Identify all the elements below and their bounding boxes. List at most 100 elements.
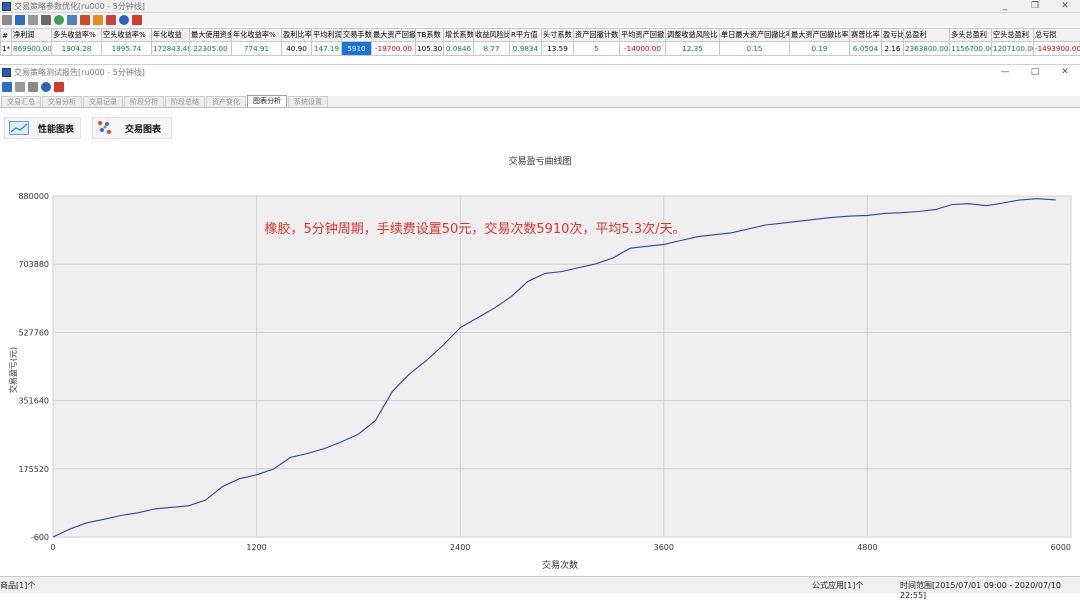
report-minimize-button[interactable]: — [990,66,1020,79]
tab-period-analysis[interactable]: 阶段分析 [124,96,164,107]
grid-cell[interactable]: 147.19 [312,42,342,56]
chart-icon[interactable] [80,15,90,25]
x-tick-label: 6000 [1051,543,1071,552]
exit-icon[interactable] [132,15,142,25]
grid-header[interactable]: 最大资产回撤比率% [790,29,850,42]
grid-header[interactable]: TB系数 [416,29,444,42]
main-toolbar [0,13,1080,27]
grid-cell[interactable]: -14000.00 [620,42,666,56]
x-tick-label: 0 [50,543,55,552]
report-icon[interactable] [106,15,116,25]
perf-chart-label: 性能图表 [38,122,74,135]
grid-header[interactable]: 最大资产回撤 [372,29,416,42]
grid-cell[interactable]: 1904.28 [52,42,102,56]
grid-cell[interactable]: -1493900.00 [1034,42,1080,56]
grid-header[interactable]: 盈亏比 [882,29,904,42]
grid-cell[interactable]: 172843.49 [152,42,190,56]
grid-header[interactable]: 年化收益率% [232,29,282,42]
minimize-button[interactable]: _ [990,0,1020,13]
grid-header[interactable]: # [1,29,12,42]
grid-header[interactable]: 盈利比率 [282,29,312,42]
report-maximize-button[interactable]: □ [1020,66,1050,79]
bar-chart-icon[interactable] [93,15,103,25]
grid-header[interactable]: 空头收益率% [102,29,152,42]
grid-cell[interactable]: 8.77 [474,42,510,56]
x-tick-label: 4800 [857,543,877,552]
grid-cell[interactable]: 0.0846 [444,42,474,56]
grid-cell[interactable]: -19700.00 [372,42,416,56]
tab-trade-analysis[interactable]: 交易分析 [42,96,82,107]
close-button[interactable]: ✕ [1050,0,1080,13]
table-row[interactable]: 1* 869900.00 1904.28 1995.74 172843.49 2… [1,42,1080,56]
tab-period-summary[interactable]: 阶段总结 [165,96,205,107]
tab-system-settings[interactable]: 系统设置 [288,96,328,107]
app-icon [2,2,11,11]
tab-trade-summary[interactable]: 交易汇总 [1,96,41,107]
grid-cell[interactable]: 40.90 [282,42,312,56]
grid-header[interactable]: 总亏损 [1034,29,1080,42]
y-tick-label: -600 [31,533,49,542]
grid-header[interactable]: 多头收益率% [52,29,102,42]
tab-asset-change[interactable]: 资产变化 [206,96,246,107]
grid-header[interactable]: 年化收益 [152,29,190,42]
help-icon[interactable] [119,15,129,25]
grid-cell[interactable]: 2.16 [882,42,904,56]
grid-cell[interactable]: 774.91 [232,42,282,56]
grid-header[interactable]: 平均资产回撤 [620,29,666,42]
grid-header[interactable]: 资产回撤计数 [574,29,620,42]
grid-cell[interactable]: 0.15 [720,42,790,56]
save-icon[interactable] [2,82,12,92]
help-icon[interactable] [41,82,51,92]
grid-header[interactable]: 单日最大资产回撤比率% [720,29,790,42]
grid-cell[interactable]: 0.9834 [510,42,542,56]
grid-cell[interactable]: 5 [574,42,620,56]
chart-annotation: 橡胶，5分钟周期，手续费设置50元，交易次数5910次，平均5.3次/天。 [265,221,686,237]
grid-cell[interactable]: 2363800.00 [904,42,950,56]
grid-cell[interactable]: 12.35 [666,42,720,56]
grid-header[interactable]: 空头总盈利 [992,29,1034,42]
exit-icon[interactable] [54,82,64,92]
grid-header[interactable]: 最大使用资金 [190,29,232,42]
grid-cell[interactable]: 1* [1,42,12,56]
grid-header[interactable]: 净利润 [12,29,52,42]
grid-cell[interactable]: 0.19 [790,42,850,56]
perf-chart-button[interactable]: 性能图表 [4,117,81,139]
trade-chart-button[interactable]: 交易图表 [92,117,172,139]
table-icon[interactable] [67,15,77,25]
tab-chart-analysis[interactable]: 图表分析 [247,95,287,107]
tab-trade-records[interactable]: 交易记录 [83,96,123,107]
grid-header[interactable]: 总盈利 [904,29,950,42]
grid-header[interactable]: R平方值 [510,29,542,42]
x-tick-label: 3600 [654,543,674,552]
grid-cell-selected[interactable]: 5910 [342,42,372,56]
print-icon[interactable] [28,82,38,92]
print-icon[interactable] [28,15,38,25]
grid-cell[interactable]: 1995.74 [102,42,152,56]
restore-button[interactable]: ❐ [1020,0,1050,13]
new-icon[interactable] [2,15,12,25]
grid-header[interactable]: 赛普比率 [850,29,882,42]
grid-header[interactable]: 收益风险比 [474,29,510,42]
link-icon[interactable] [41,15,51,25]
x-axis-label: 交易次数 [542,559,578,571]
grid-cell[interactable]: 1207100.00 [992,42,1034,56]
grid-header[interactable]: 增长系数 [444,29,474,42]
grid-cell[interactable]: 869900.00 [12,42,52,56]
grid-header-row: # 净利润 多头收益率% 空头收益率% 年化收益 最大使用资金 年化收益率% 盈… [1,29,1080,42]
trade-chart-icon [97,120,113,136]
refresh-icon[interactable] [54,15,64,25]
copy-icon[interactable] [15,82,25,92]
grid-cell[interactable]: 105.30 [416,42,444,56]
grid-cell[interactable]: 1156700.00 [950,42,992,56]
grid-header[interactable]: 交易手数 [342,29,372,42]
grid-cell[interactable]: 13.59 [542,42,574,56]
grid-header[interactable]: 平均利润 [312,29,342,42]
grid-cell[interactable]: 6.0504 [850,42,882,56]
grid-header[interactable]: 头寸系数 [542,29,574,42]
report-close-button[interactable]: ✕ [1050,66,1080,79]
grid-header[interactable]: 多头总盈利 [950,29,992,42]
y-tick-label: 351640 [18,397,49,406]
save-icon[interactable] [15,15,25,25]
grid-header[interactable]: 调整收益风险比 [666,29,720,42]
grid-cell[interactable]: 22305.00 [190,42,232,56]
